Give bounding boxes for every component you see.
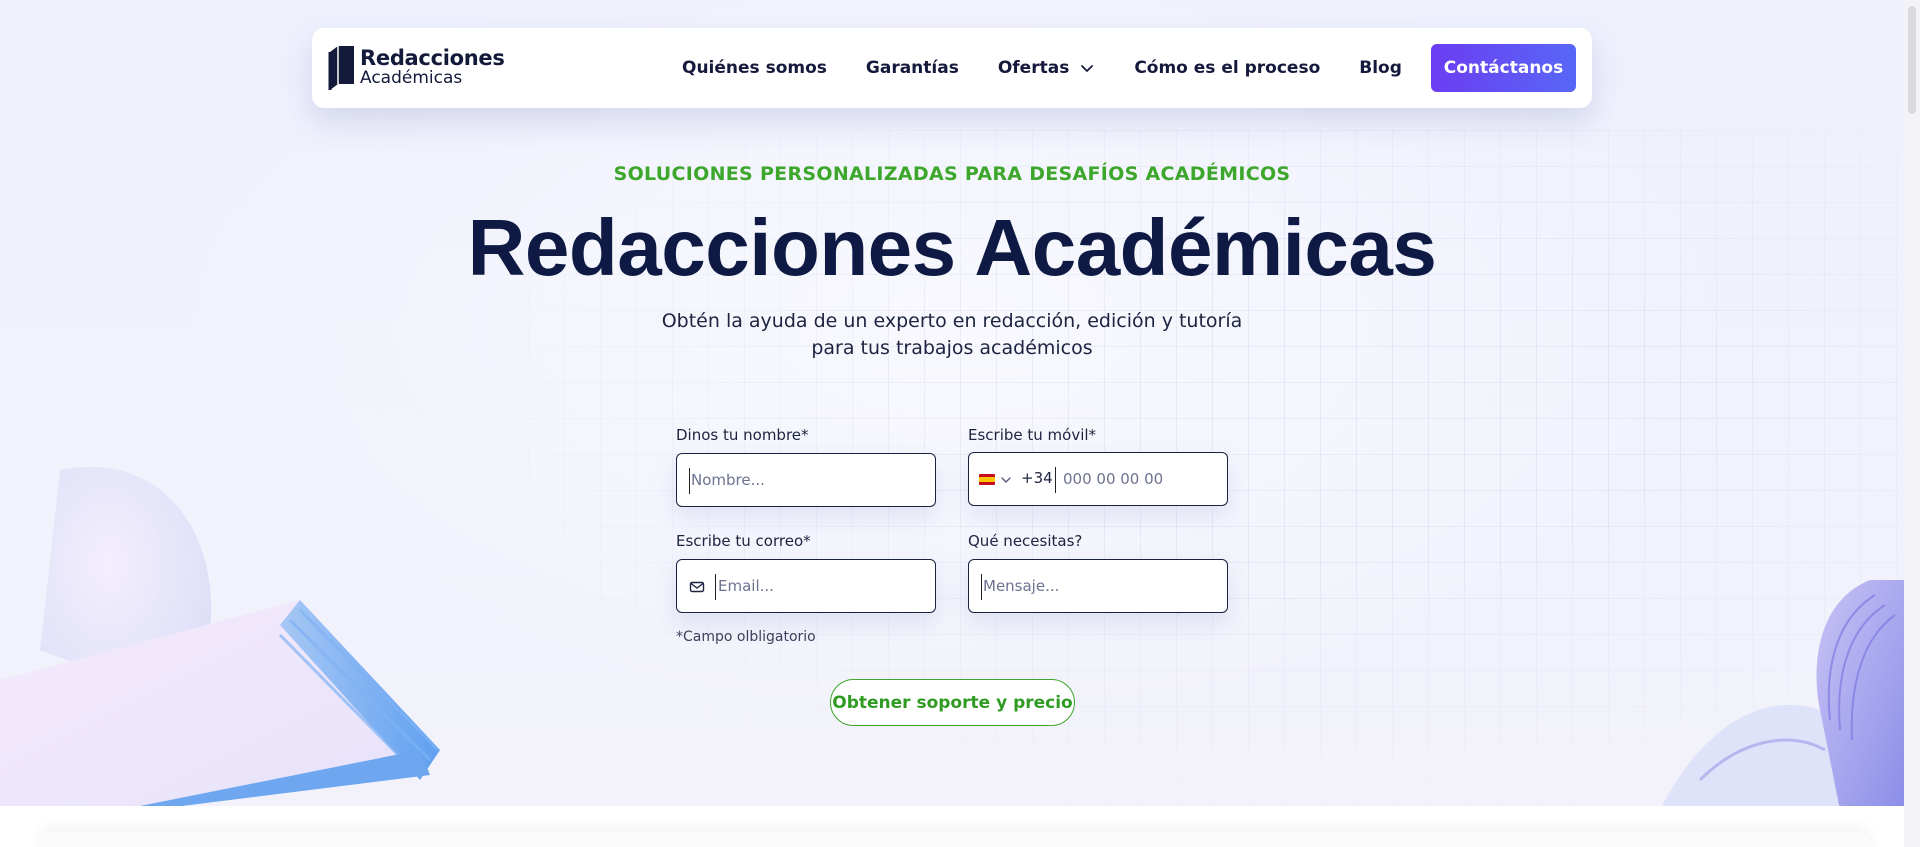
nav-links: Quiénes somos Garantías Ofertas Cómo es … bbox=[682, 28, 1402, 108]
phone-field-wrapper: +34 bbox=[968, 452, 1228, 506]
nav-link-blog[interactable]: Blog bbox=[1359, 58, 1402, 78]
message-input[interactable] bbox=[983, 560, 1223, 612]
page-title: Redacciones Académicas bbox=[467, 203, 1437, 292]
text-caret bbox=[981, 574, 982, 600]
text-caret bbox=[689, 468, 690, 494]
name-input[interactable] bbox=[691, 454, 931, 506]
nav-link-como-es-el-proceso[interactable]: Cómo es el proceso bbox=[1134, 58, 1320, 78]
vertical-scrollbar[interactable] bbox=[1904, 0, 1920, 847]
contact-button[interactable]: Contáctanos bbox=[1431, 44, 1576, 92]
nav-link-garantias[interactable]: Garantías bbox=[866, 58, 959, 78]
site-logo[interactable]: Redacciones Académicas bbox=[328, 46, 508, 90]
logo-text-secondary: Académicas bbox=[360, 68, 463, 88]
nav-link-ofertas-label: Ofertas bbox=[997, 58, 1070, 78]
spain-flag-icon[interactable] bbox=[979, 474, 995, 485]
scrollbar-thumb[interactable] bbox=[1908, 6, 1916, 114]
next-section-card bbox=[40, 832, 1870, 847]
message-field-wrapper bbox=[968, 559, 1228, 613]
open-book-left-decoration bbox=[0, 466, 440, 806]
phone-input[interactable] bbox=[1063, 453, 1223, 505]
name-label: Dinos tu nombre* bbox=[676, 426, 809, 444]
logo-text-primary: Redacciones bbox=[360, 46, 505, 70]
mail-icon bbox=[689, 581, 705, 593]
message-label: Qué necesitas? bbox=[968, 532, 1083, 550]
open-book-right-decoration bbox=[1662, 580, 1904, 806]
chevron-down-icon bbox=[1081, 65, 1094, 72]
email-field-wrapper bbox=[676, 559, 936, 613]
email-input[interactable] bbox=[718, 560, 930, 612]
name-field-wrapper bbox=[676, 453, 936, 507]
text-caret bbox=[715, 574, 716, 600]
nav-link-ofertas[interactable]: Ofertas bbox=[998, 58, 1095, 78]
hero-subtitle: Obtén la ayuda de un experto en redacció… bbox=[661, 310, 1243, 359]
navbar: Redacciones Académicas Quiénes somos Gar… bbox=[312, 28, 1592, 108]
nav-link-quienes-somos[interactable]: Quiénes somos bbox=[682, 58, 827, 78]
hero-eyebrow: SOLUCIONES PERSONALIZADAS PARA DESAFÍOS … bbox=[613, 163, 1291, 185]
text-caret bbox=[1055, 467, 1056, 493]
required-field-note: *Campo olbligatorio bbox=[676, 629, 816, 645]
dial-code: +34 bbox=[1021, 469, 1053, 487]
chevron-down-icon[interactable] bbox=[1000, 474, 1012, 486]
get-support-button[interactable]: Obtener soporte y precio bbox=[830, 679, 1075, 726]
email-label: Escribe tu correo* bbox=[676, 532, 811, 550]
phone-label: Escribe tu móvil* bbox=[968, 426, 1097, 444]
book-logo-icon bbox=[328, 46, 354, 90]
